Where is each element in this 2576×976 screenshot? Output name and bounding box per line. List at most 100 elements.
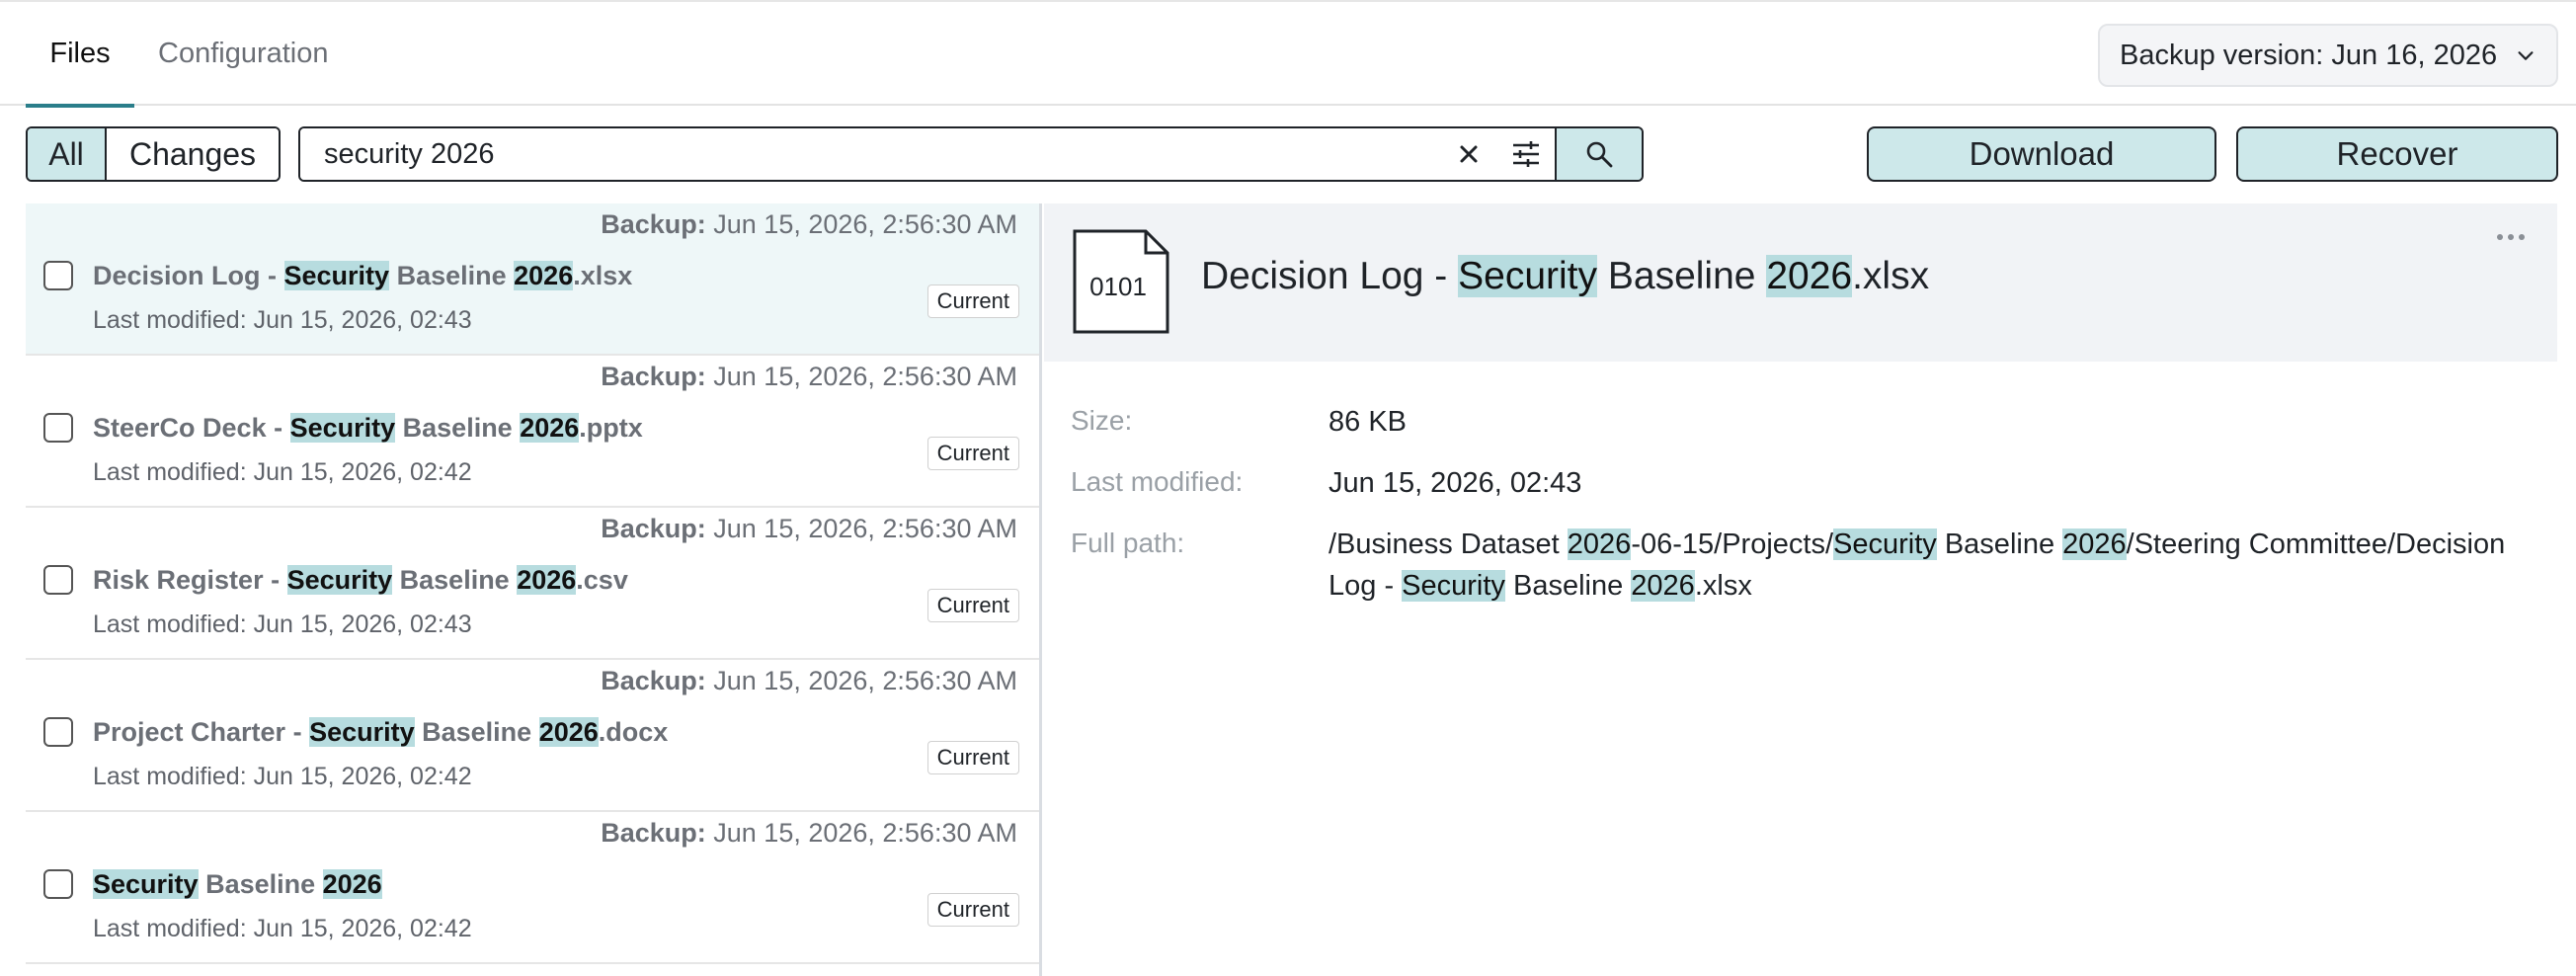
text-segment: Baseline — [1936, 529, 2063, 560]
filter-changes-button[interactable]: Changes — [107, 128, 279, 180]
search-options-button[interactable] — [1497, 128, 1555, 180]
file-name[interactable]: Security Baseline 2026 — [93, 869, 382, 900]
row-checkbox[interactable] — [43, 261, 73, 290]
search-match-highlight: 2026 — [1567, 529, 1632, 560]
search-match-highlight: Security — [1458, 255, 1598, 297]
last-modified: Last modified: Jun 15, 2026, 02:42 — [93, 763, 472, 790]
status-badge: Current — [926, 285, 1019, 318]
recover-button[interactable]: Recover — [2236, 126, 2558, 182]
file-icon-text: 0101 — [1089, 272, 1147, 301]
backup-version-dropdown[interactable]: Backup version: Jun 16, 2026 — [2098, 24, 2558, 87]
text-segment: -06-15/Projects/ — [1631, 529, 1834, 560]
search-match-highlight: Security — [309, 717, 415, 747]
search-match-highlight: 2026 — [517, 565, 577, 595]
search-match-highlight: Security — [93, 869, 199, 899]
file-name[interactable]: SteerCo Deck - Security Baseline 2026.pp… — [93, 413, 643, 444]
file-list-row[interactable]: Backup: Jun 15, 2026, 2:56:30 AM SteerCo … — [26, 356, 1039, 508]
backup-timestamp: Backup: Jun 15, 2026, 2:56:30 AM — [591, 818, 1017, 849]
backup-time: Jun 15, 2026, 2:56:30 AM — [705, 514, 1017, 543]
search-match-highlight: 2026 — [538, 717, 599, 747]
text-segment: Baseline — [395, 413, 521, 443]
file-list-row[interactable]: Backup: Jun 15, 2026, 2:56:30 AM Project … — [26, 660, 1039, 812]
text-segment: /Business Dataset — [1328, 529, 1568, 560]
last-modified: Last modified: Jun 15, 2026, 02:43 — [93, 610, 472, 638]
text-segment: Decision Log - — [1201, 255, 1459, 297]
backup-prefix: Backup: — [601, 818, 706, 848]
file-name[interactable]: Risk Register - Security Baseline 2026.c… — [93, 565, 628, 596]
backup-timestamp: Backup: Jun 15, 2026, 2:56:30 AM — [591, 514, 1017, 544]
row-checkbox[interactable] — [43, 413, 73, 443]
backup-prefix: Backup: — [601, 514, 706, 543]
text-segment: .pptx — [579, 413, 643, 443]
row-checkbox[interactable] — [43, 565, 73, 595]
text-segment: .xlsx — [1694, 570, 1752, 602]
text-segment: Baseline — [389, 261, 515, 290]
file-name[interactable]: Decision Log - Security Baseline 2026.xl… — [93, 261, 632, 291]
search-button[interactable] — [1555, 128, 1642, 180]
text-segment: Baseline — [414, 717, 539, 747]
file-name[interactable]: Project Charter - Security Baseline 2026… — [93, 717, 668, 748]
path-label: Full path: — [1071, 528, 1185, 558]
backup-prefix: Backup: — [601, 209, 706, 239]
search-bar — [298, 126, 1644, 182]
backup-timestamp: Backup: Jun 15, 2026, 2:56:30 AM — [591, 209, 1017, 240]
view-filter-toggle: All Changes — [26, 126, 281, 182]
search-match-highlight: 2026 — [322, 869, 382, 899]
row-checkbox[interactable] — [43, 717, 73, 747]
file-list-row[interactable]: Backup: Jun 15, 2026, 2:56:30 AM Security… — [26, 812, 1039, 964]
tab-configuration[interactable]: Configuration — [158, 2, 346, 106]
search-match-highlight: 2026 — [514, 261, 574, 290]
text-segment: Baseline — [1597, 255, 1767, 297]
clear-search-button[interactable] — [1440, 128, 1497, 180]
text-segment: Baseline — [1504, 570, 1632, 602]
chevron-down-icon — [2518, 51, 2534, 60]
search-match-highlight: 2026 — [2062, 529, 2127, 560]
file-list: Backup: Jun 15, 2026, 2:56:30 AM Decision… — [26, 203, 1039, 976]
more-horizontal-icon — [2497, 234, 2525, 240]
last-modified: Last modified: Jun 15, 2026, 02:42 — [93, 915, 472, 942]
status-badge: Current — [926, 437, 1019, 470]
search-match-highlight: Security — [286, 565, 393, 595]
backup-prefix: Backup: — [601, 362, 706, 391]
backup-prefix: Backup: — [601, 666, 706, 695]
text-segment: SteerCo Deck - — [93, 413, 290, 443]
text-segment: Project Charter - — [93, 717, 310, 747]
status-badge: Current — [926, 589, 1019, 622]
backup-time: Jun 15, 2026, 2:56:30 AM — [705, 362, 1017, 391]
last-modified: Last modified: Jun 15, 2026, 02:43 — [93, 306, 472, 334]
file-list-row[interactable]: Backup: Jun 15, 2026, 2:56:30 AM Risk Reg… — [26, 508, 1039, 660]
search-match-highlight: 2026 — [1631, 570, 1695, 602]
more-options-button[interactable] — [2493, 225, 2529, 249]
search-match-highlight: 2026 — [1766, 255, 1853, 297]
close-icon — [1460, 145, 1478, 163]
text-segment: .xlsx — [1852, 255, 1930, 297]
download-button[interactable]: Download — [1867, 126, 2216, 182]
last-modified: Last modified: Jun 15, 2026, 02:42 — [93, 458, 472, 486]
search-match-highlight: Security — [1402, 570, 1505, 602]
sliders-icon — [1513, 141, 1539, 167]
status-badge: Current — [926, 893, 1019, 927]
backup-time: Jun 15, 2026, 2:56:30 AM — [705, 209, 1017, 239]
search-match-highlight: Security — [283, 261, 390, 290]
binary-file-icon: 0101 — [1073, 229, 1169, 334]
row-checkbox[interactable] — [43, 869, 73, 899]
text-segment: .docx — [598, 717, 669, 747]
search-icon — [1586, 141, 1613, 168]
backup-time: Jun 15, 2026, 2:56:30 AM — [705, 818, 1017, 848]
filter-all-button[interactable]: All — [28, 128, 107, 180]
tab-files[interactable]: Files — [26, 2, 134, 108]
search-input[interactable] — [300, 128, 1440, 180]
modified-value: Jun 15, 2026, 02:43 — [1328, 467, 1582, 499]
text-segment: Baseline — [392, 565, 518, 595]
modified-label: Last modified: — [1071, 466, 1244, 497]
size-label: Size: — [1071, 405, 1133, 436]
text-segment: .xlsx — [573, 261, 633, 290]
backup-timestamp: Backup: Jun 15, 2026, 2:56:30 AM — [591, 362, 1017, 392]
text-segment: Baseline — [198, 869, 323, 899]
search-match-highlight: Security — [1833, 529, 1937, 560]
file-list-row[interactable]: Backup: Jun 15, 2026, 2:56:30 AM Decision… — [26, 203, 1039, 356]
detail-title: Decision Log - Security Baseline 2026.xl… — [1201, 255, 1929, 298]
panel-divider[interactable] — [1039, 203, 1042, 976]
status-badge: Current — [926, 741, 1019, 774]
text-segment: Risk Register - — [93, 565, 287, 595]
